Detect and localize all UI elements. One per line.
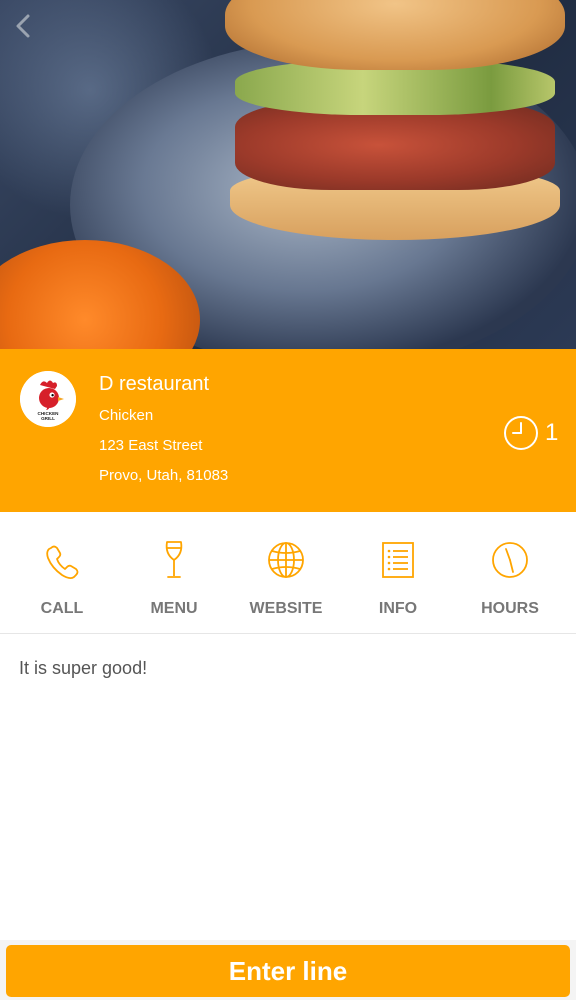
menu-button[interactable]: MENU — [118, 512, 230, 634]
restaurant-city: Provo, Utah, 81083 — [99, 467, 229, 484]
call-label: CALL — [40, 600, 84, 617]
restaurant-street: 123 East Street — [99, 437, 203, 454]
hours-label: HOURS — [481, 600, 539, 617]
hero-bun-top — [225, 0, 565, 70]
svg-text:GRILL: GRILL — [41, 416, 55, 421]
chevron-left-icon — [16, 14, 30, 38]
website-button[interactable]: WEBSITE — [230, 512, 342, 634]
menu-label: MENU — [150, 600, 198, 617]
globe-icon — [268, 542, 304, 578]
hours-button[interactable]: HOURS — [454, 512, 566, 634]
bottom-bar: Enter line — [0, 940, 576, 1000]
clock-icon — [492, 542, 528, 578]
chicken-logo-icon: CHICKEN GRILL — [20, 371, 76, 427]
hero-image — [0, 0, 576, 349]
action-bar: CALL MENU WEBSITE INFO HOURS — [0, 512, 576, 634]
clock-icon — [504, 416, 538, 450]
restaurant-logo: CHICKEN GRILL — [20, 371, 76, 427]
wait-count: 1 — [545, 419, 559, 446]
info-button[interactable]: INFO — [342, 512, 454, 634]
restaurant-category: Chicken — [99, 407, 154, 424]
back-button[interactable] — [10, 10, 36, 42]
restaurant-name: D restaurant — [99, 373, 210, 395]
call-button[interactable]: CALL — [6, 512, 118, 634]
info-label: INFO — [378, 600, 418, 617]
phone-icon — [46, 545, 79, 580]
wine-glass-icon — [165, 541, 183, 578]
wait-count-indicator: 1 — [503, 415, 558, 451]
restaurant-info-panel: CHICKEN GRILL D restaurant Chicken 123 E… — [0, 349, 576, 512]
restaurant-description: It is super good! — [19, 658, 148, 678]
enter-line-button[interactable]: Enter line — [6, 945, 570, 997]
website-label: WEBSITE — [249, 600, 323, 617]
list-icon — [382, 542, 414, 578]
